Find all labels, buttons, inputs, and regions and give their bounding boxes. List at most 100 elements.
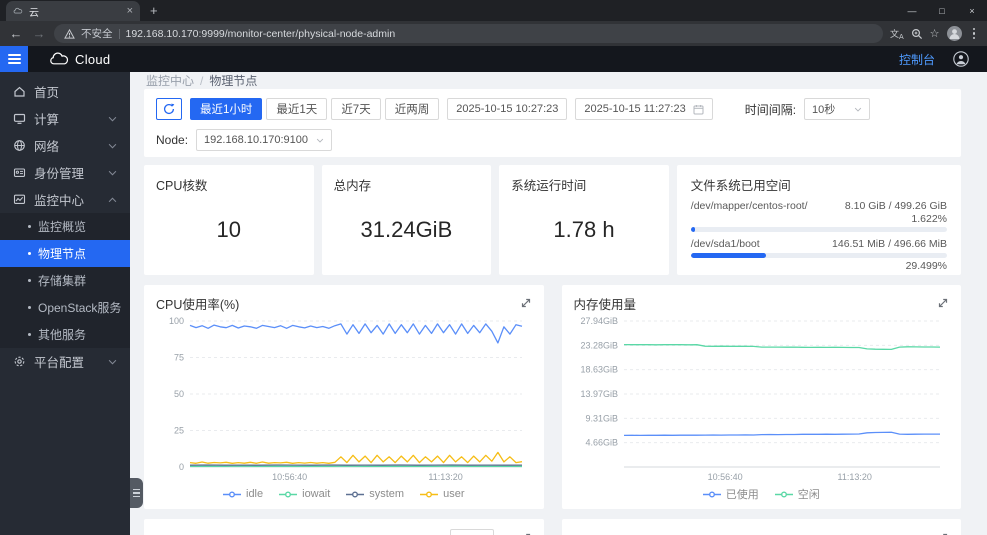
- legend-item-user[interactable]: user: [420, 488, 465, 500]
- interval-select[interactable]: 10秒: [804, 98, 871, 120]
- breadcrumb-parent[interactable]: 监控中心: [146, 72, 194, 89]
- browser-profile-avatar[interactable]: [946, 26, 962, 41]
- svg-text:11:13:20: 11:13:20: [428, 472, 462, 482]
- screen: 云 × + — □ × ← → 不安全 192.168.10.170:9999/…: [0, 0, 987, 535]
- browser-address-bar: ← → 不安全 192.168.10.170:9999/monitor-cent…: [0, 21, 987, 46]
- url-bar[interactable]: 不安全 192.168.10.170:9999/monitor-center/p…: [54, 24, 883, 43]
- browser-tab[interactable]: 云 ×: [6, 1, 140, 21]
- insecure-warning-icon: [64, 28, 75, 39]
- legend-item-已使用[interactable]: 已使用: [702, 486, 759, 502]
- logo-text: Cloud: [75, 51, 111, 67]
- sidebar-item-openstack-services[interactable]: OpenStack服务: [0, 294, 130, 321]
- main-content: 监控中心 / 物理节点 最近1小时 最近1天 近7天 近两周 2025-10-1…: [130, 72, 987, 535]
- chevron-down-icon: [854, 107, 862, 112]
- chart-title: CPU使用率(%): [156, 297, 240, 312]
- svg-text:50: 50: [174, 389, 184, 399]
- breadcrumb: 监控中心 / 物理节点: [130, 72, 987, 89]
- total-memory-card: 总内存 31.24GiB: [321, 165, 492, 275]
- expand-icon[interactable]: [520, 297, 532, 309]
- monitor-center-submenu: 监控概览 物理节点 存储集群 OpenStack服务 其他服务: [0, 213, 130, 348]
- chevron-down-icon: [108, 170, 117, 176]
- app-body: 首页 计算 网络 身份管理 监控中心 监控概览 物理节点 存储集群 OpenSt…: [0, 72, 987, 535]
- sidebar-item-monitor-overview[interactable]: 监控概览: [0, 213, 130, 240]
- content: 最近1小时 最近1天 近7天 近两周 2025-10-15 10:27:23 2…: [130, 89, 987, 535]
- node-select[interactable]: 192.168.10.170:9100: [196, 129, 333, 151]
- fs-item-root: /dev/mapper/centos-root/ 8.10 GiB / 499.…: [690, 200, 948, 232]
- memory-usage-plot: 4.66GiB 9.31GiB 13.97GiB 18.63GiB 23.28GiB 27…: [580, 316, 940, 482]
- back-icon[interactable]: ←: [8, 26, 24, 41]
- window-close-button[interactable]: ×: [957, 0, 987, 21]
- sidebar-item-storage-cluster[interactable]: 存储集群: [0, 267, 130, 294]
- drawer-handle[interactable]: [130, 478, 143, 508]
- window-controls: — □ ×: [897, 0, 987, 21]
- breadcrumb-separator: /: [200, 73, 204, 88]
- cpu-usage-legend: idle iowait system user: [156, 483, 532, 505]
- identity-icon: [13, 168, 26, 177]
- app-header: Cloud 控制台: [0, 46, 987, 72]
- console-link[interactable]: 控制台: [899, 51, 935, 68]
- network-icon: [14, 140, 25, 151]
- card-title: CPU核数: [156, 179, 208, 193]
- refresh-icon: [163, 103, 175, 115]
- translate-icon[interactable]: 文A: [890, 27, 904, 41]
- gear-icon: [14, 356, 25, 367]
- device-select[interactable]: [449, 529, 494, 535]
- hamburger-menu-icon[interactable]: [0, 46, 28, 72]
- sidebar-item-identity[interactable]: 身份管理: [0, 159, 130, 186]
- sidebar-item-monitor-center[interactable]: 监控中心: [0, 186, 130, 213]
- cpu-usage-plot: 0 25 50 75 100 10:56:40 11:13:20: [169, 316, 523, 482]
- user-avatar-icon[interactable]: [953, 51, 969, 67]
- range-button-1d[interactable]: 最近1天: [266, 98, 328, 120]
- uptime-card: 系统运行时间 1.78 h: [499, 165, 669, 275]
- start-time-input[interactable]: 2025-10-15 10:27:23: [447, 98, 568, 120]
- legend-item-system[interactable]: system: [346, 488, 404, 500]
- fs-progress-bar: [690, 253, 948, 258]
- monitor-icon: [13, 194, 26, 204]
- sidebar-item-platform-config[interactable]: 平台配置: [0, 348, 130, 375]
- sidebar-item-other-services[interactable]: 其他服务: [0, 321, 130, 348]
- bookmark-star-icon[interactable]: ☆: [930, 27, 940, 40]
- sidebar-item-physical-node[interactable]: 物理节点: [0, 240, 130, 267]
- bottom-card-right: [561, 519, 961, 535]
- new-tab-button[interactable]: +: [150, 1, 158, 21]
- svg-text:23.28GiB: 23.28GiB: [580, 340, 618, 350]
- app-logo[interactable]: Cloud: [48, 52, 110, 67]
- chevron-down-icon: [108, 359, 117, 365]
- end-time-input[interactable]: 2025-10-15 11:27:23: [575, 98, 713, 120]
- legend-item-空闲[interactable]: 空闲: [774, 486, 820, 502]
- url-text: 192.168.10.170:9999/monitor-center/physi…: [125, 27, 396, 40]
- bullet-icon: [28, 252, 31, 255]
- interval-label: 时间间隔:: [744, 102, 797, 117]
- legend-item-iowait[interactable]: iowait: [279, 488, 330, 500]
- site-favicon-icon: [13, 7, 23, 14]
- fs-name: /dev/mapper/centos-root/: [690, 200, 808, 212]
- tab-close-icon[interactable]: ×: [127, 5, 133, 17]
- refresh-button[interactable]: [156, 98, 182, 120]
- sidebar-item-network[interactable]: 网络: [0, 132, 130, 159]
- cloud-logo-icon: [50, 52, 69, 65]
- range-button-2w[interactable]: 近两周: [384, 98, 440, 120]
- home-icon: [14, 86, 25, 97]
- sidebar-item-compute[interactable]: 计算: [0, 105, 130, 132]
- svg-text:18.63GiB: 18.63GiB: [580, 365, 618, 375]
- tab-title: 云: [29, 7, 39, 19]
- range-button-1h[interactable]: 最近1小时: [190, 98, 263, 120]
- fs-item-boot: /dev/sda1/boot 146.51 MiB / 496.66 MiB 2…: [690, 238, 948, 272]
- header-right: 控制台: [899, 51, 987, 68]
- browser-menu-icon[interactable]: [969, 27, 980, 40]
- forward-icon[interactable]: →: [31, 26, 47, 41]
- range-button-7d[interactable]: 近7天: [331, 98, 381, 120]
- fs-progress-bar: [690, 227, 948, 232]
- toolbar-row-2: Node: 192.168.10.170:9100: [156, 129, 949, 151]
- svg-text:13.97GiB: 13.97GiB: [580, 389, 618, 399]
- window-minimize-button[interactable]: —: [897, 0, 927, 21]
- charts-row: CPU使用率(%) 0 25 50 75 100 10:56:40 11:13:20 idl…: [144, 285, 961, 509]
- zoom-icon[interactable]: [911, 28, 923, 40]
- fs-usage: 8.10 GiB / 499.26 GiB: [844, 200, 948, 212]
- sidebar-item-home[interactable]: 首页: [0, 78, 130, 105]
- window-maximize-button[interactable]: □: [927, 0, 957, 21]
- legend-item-idle[interactable]: idle: [223, 488, 263, 500]
- svg-text:10:56:40: 10:56:40: [707, 472, 742, 482]
- expand-icon[interactable]: [937, 297, 949, 309]
- cpu-cores-value: 10: [216, 216, 242, 242]
